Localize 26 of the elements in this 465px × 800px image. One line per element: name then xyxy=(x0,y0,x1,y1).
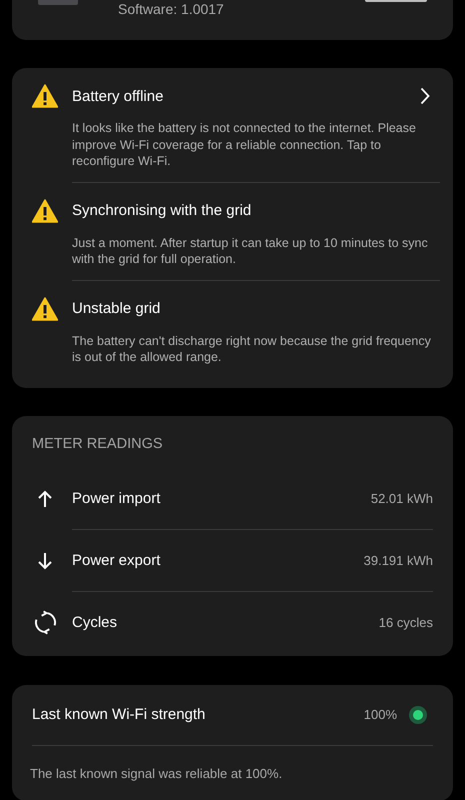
warning-icon xyxy=(32,296,58,320)
reading-label: Power export xyxy=(72,552,162,569)
reading-value: 16 cycles xyxy=(378,615,433,630)
software-version: Software: 1.0017 xyxy=(118,0,224,18)
reading-label: Cycles xyxy=(72,614,118,631)
wifi-strength-label: Last known Wi-Fi strength xyxy=(32,706,206,723)
device-image xyxy=(38,0,78,5)
reading-value: 39.191 kWh xyxy=(364,553,433,568)
alert-title: Synchronising with the grid xyxy=(72,202,252,219)
status-dot xyxy=(409,706,427,724)
cycle-arrows-icon xyxy=(32,610,58,635)
alert-description: The battery can't discharge right now because the grid frequency is out of the allowed range. xyxy=(72,332,432,366)
warning-icon xyxy=(32,198,58,222)
section-heading: METER READINGS xyxy=(32,434,164,454)
reading-label: Power import xyxy=(72,490,162,507)
arrow-up-icon xyxy=(37,490,53,508)
wifi-strength-value: 100% xyxy=(364,707,397,722)
reading-value: 52.01 kWh xyxy=(370,491,433,506)
wifi-description: The last known signal was reliable at 100%. xyxy=(30,766,284,780)
alert-title: Battery offline xyxy=(72,88,164,104)
alert-title: Unstable grid xyxy=(72,300,162,317)
chevron-right-icon[interactable] xyxy=(420,87,430,105)
alert-description: It looks like the battery is not connected to the internet. Please improve Wi-Fi coverage for a reliable connection. Tap to reconfigure Wi-Fi. xyxy=(72,120,440,182)
warning-icon xyxy=(32,84,58,108)
arrow-down-icon xyxy=(37,552,53,570)
alert-description: Just a moment. After startup it can take up to 10 minutes to sync with the grid for full operation. xyxy=(72,234,440,280)
